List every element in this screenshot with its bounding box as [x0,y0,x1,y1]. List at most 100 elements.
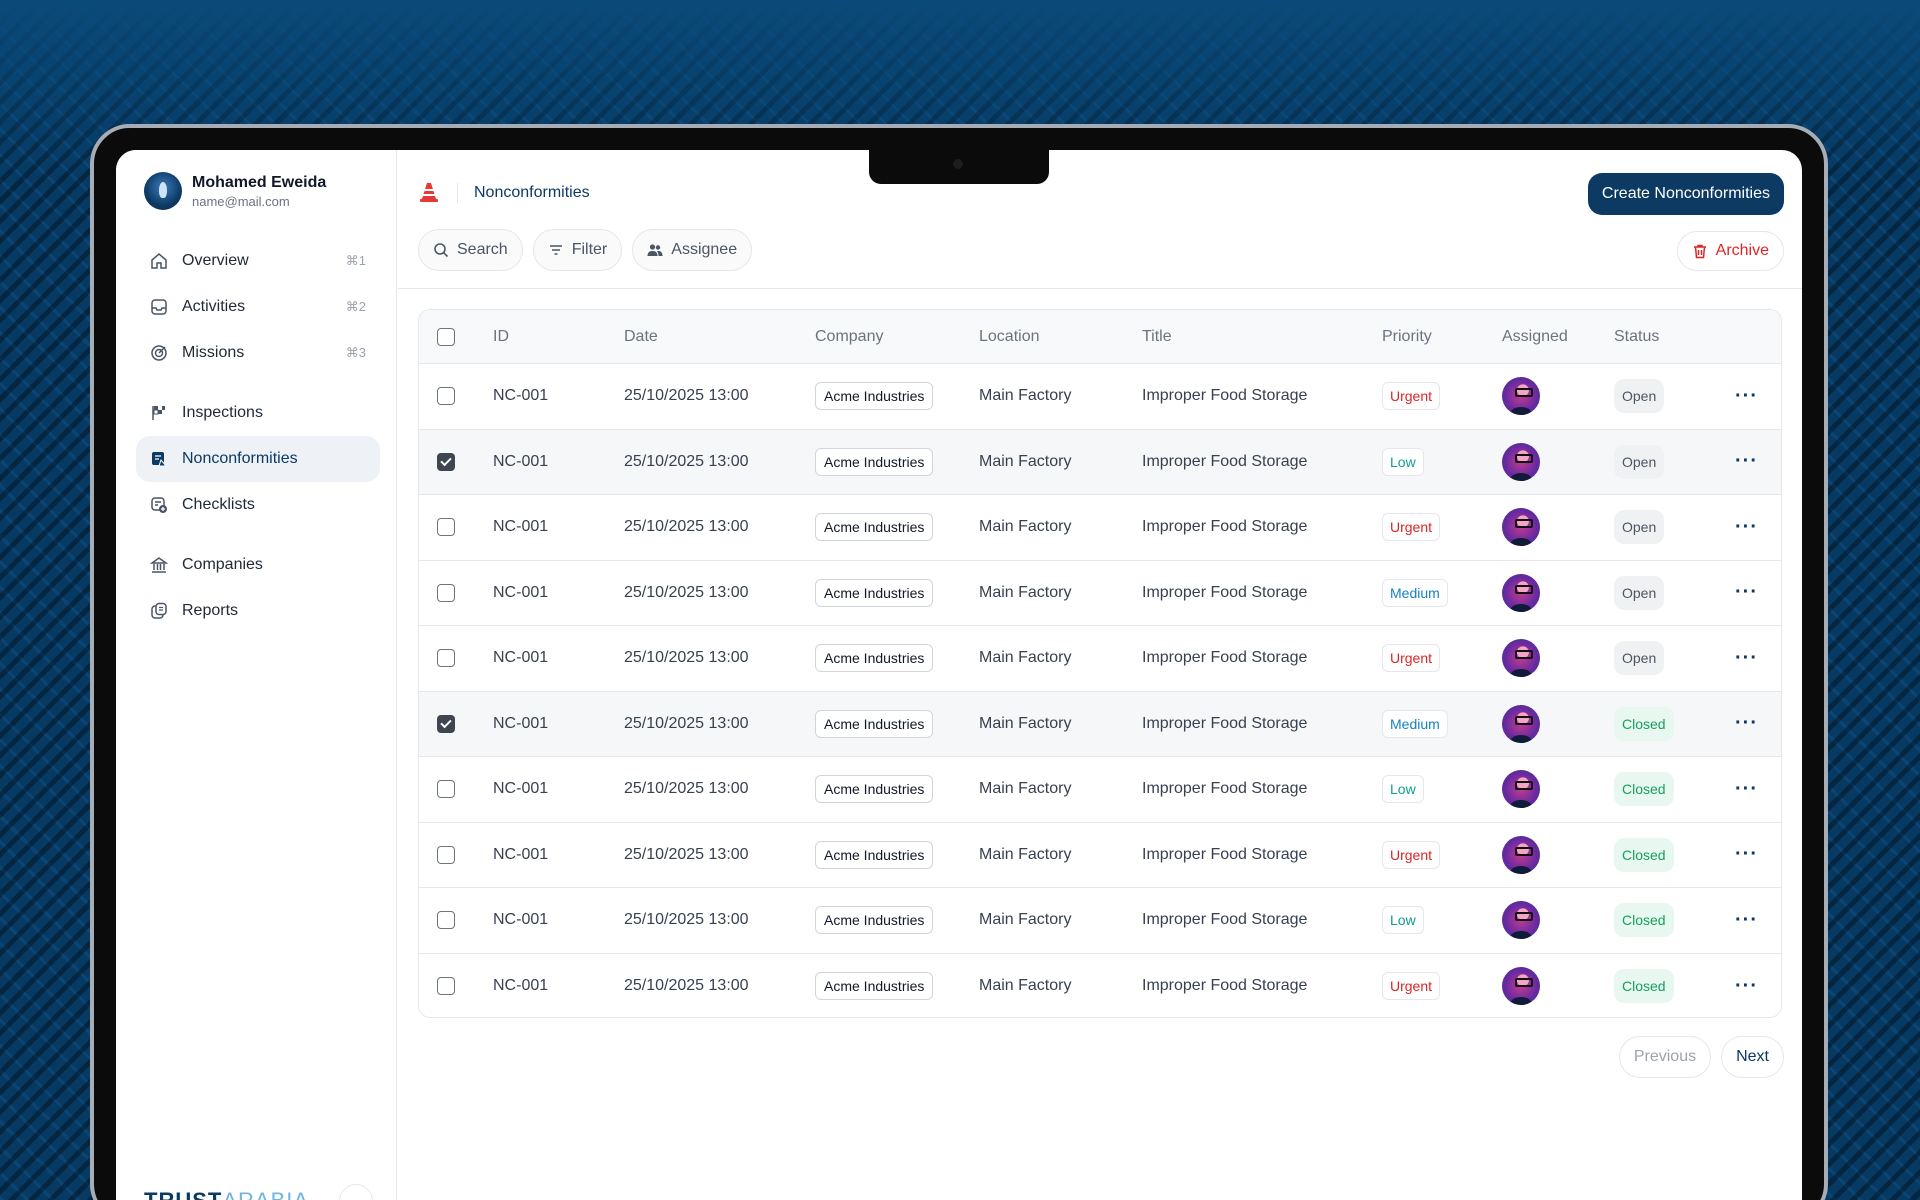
status-badge: Open [1614,575,1665,610]
camera-icon [953,159,963,169]
more-options-icon[interactable]: ··· [1735,975,1758,998]
company-tag: Acme Industries [815,447,934,476]
more-options-icon[interactable]: ··· [1735,385,1758,408]
more-options-icon[interactable]: ··· [1735,778,1758,801]
assignee-avatar[interactable] [1502,704,1540,743]
more-options-icon[interactable]: ··· [1735,712,1758,735]
priority-badge: Urgent [1382,513,1441,542]
column-header-status[interactable]: Status [1614,310,1659,363]
table-row[interactable]: NC-001 25/10/2025 13:00 Acme Industries Mai… [419,561,1781,626]
row-title: Improper Food Storage [1142,583,1308,601]
divider [457,183,458,203]
sidebar-item-activities[interactable]: Activities ⌘2 [136,284,380,330]
company-tag: Acme Industries [815,709,934,738]
row-checkbox[interactable] [437,387,455,406]
sidebar-item-overview[interactable]: Overview ⌘1 [136,238,380,284]
row-checkbox[interactable] [437,977,455,996]
more-options-icon[interactable]: ··· [1735,909,1758,932]
assignee-avatar[interactable] [1502,442,1540,481]
create-nonconformity-button[interactable]: Create Nonconformities [1587,173,1784,215]
pagination: Previous Next [1618,1036,1784,1078]
assignee-avatar[interactable] [1502,835,1540,874]
assignee-button[interactable]: Assignee [632,229,753,271]
row-title: Improper Food Storage [1142,452,1308,470]
more-options-icon[interactable]: ··· [1735,450,1758,473]
row-id: NC-001 [493,452,549,470]
row-location: Main Factory [979,780,1072,798]
sidebar-item-missions[interactable]: Missions ⌘3 [136,330,380,376]
row-checkbox[interactable] [437,518,455,537]
column-header-company[interactable]: Company [815,310,883,363]
search-button[interactable]: Search [418,229,523,271]
company-tag: Acme Industries [815,840,934,869]
column-header-date[interactable]: Date [624,310,658,363]
row-checkbox[interactable] [437,583,455,602]
assignee-avatar[interactable] [1502,901,1540,940]
column-header-assigned[interactable]: Assigned [1502,310,1568,363]
status-badge: Open [1614,379,1665,414]
home-icon [150,252,168,270]
target-icon [150,344,168,362]
sidebar-item-reports[interactable]: Reports [136,588,380,634]
user-profile[interactable]: Mohamed Eweida name@mail.com [144,172,326,210]
priority-badge: Urgent [1382,382,1441,411]
table-row[interactable]: NC-001 25/10/2025 13:00 Acme Industries Mai… [419,429,1781,495]
more-options-icon[interactable]: ··· [1735,581,1758,604]
sidebar-item-nonconformities[interactable]: Nonconformities [136,436,380,482]
filter-button[interactable]: Filter [532,229,623,271]
next-page-button[interactable]: Next [1721,1036,1784,1078]
sidebar-item-inspections[interactable]: Inspections [136,390,380,436]
row-id: NC-001 [493,977,549,995]
company-tag: Acme Industries [815,382,934,411]
more-options-icon[interactable]: ··· [1735,843,1758,866]
table-row[interactable]: NC-001 25/10/2025 13:00 Acme Industries Mai… [419,691,1781,757]
sidebar-item-companies[interactable]: Companies [136,542,380,588]
breadcrumb[interactable]: Nonconformities [474,184,590,202]
previous-page-button[interactable]: Previous [1618,1036,1712,1078]
column-header-id[interactable]: ID [493,310,509,363]
trash-icon [1693,244,1706,259]
user-name: Mohamed Eweida [192,173,327,191]
table-row[interactable]: NC-001 25/10/2025 13:00 Acme Industries Mai… [419,954,1781,1018]
sidebar-item-checklists[interactable]: Checklists [136,482,380,528]
assignee-avatar[interactable] [1502,639,1540,678]
sidebar-item-label: Nonconformities [182,450,298,467]
divider [398,288,1802,289]
row-title: Improper Food Storage [1142,649,1308,667]
sidebar-item-label: Companies [182,556,263,573]
table-row[interactable]: NC-001 25/10/2025 13:00 Acme Industries Mai… [419,364,1781,430]
column-header-title[interactable]: Title [1142,310,1172,363]
status-badge: Closed [1614,903,1674,938]
keyboard-shortcut: ⌘2 [345,299,366,314]
collapse-sidebar-button[interactable] [339,1184,373,1200]
select-all-checkbox[interactable] [437,327,455,346]
more-options-icon[interactable]: ··· [1735,647,1758,670]
status-badge: Open [1614,641,1665,676]
column-header-location[interactable]: Location [979,310,1040,363]
table-row[interactable]: NC-001 25/10/2025 13:00 Acme Industries Mai… [419,823,1781,888]
company-tag: Acme Industries [815,906,934,935]
assignee-avatar[interactable] [1502,967,1540,1006]
row-checkbox[interactable] [437,452,455,471]
table-row[interactable]: NC-001 25/10/2025 13:00 Acme Industries Mai… [419,757,1781,823]
row-checkbox[interactable] [437,649,455,668]
row-checkbox[interactable] [437,714,455,733]
table-row[interactable]: NC-001 25/10/2025 13:00 Acme Industries Mai… [419,888,1781,954]
archive-button[interactable]: Archive [1676,231,1784,271]
row-date: 25/10/2025 13:00 [624,845,749,863]
assignee-avatar[interactable] [1502,770,1540,809]
table-row[interactable]: NC-001 25/10/2025 13:00 Acme Industries Mai… [419,626,1781,692]
search-icon [434,243,449,258]
company-tag: Acme Industries [815,578,934,607]
assignee-avatar[interactable] [1502,573,1540,612]
assignee-avatar[interactable] [1502,508,1540,547]
more-options-icon[interactable]: ··· [1735,516,1758,539]
row-location: Main Factory [979,649,1072,667]
row-checkbox[interactable] [437,911,455,930]
column-header-priority[interactable]: Priority [1382,310,1432,363]
table-row[interactable]: NC-001 25/10/2025 13:00 Acme Industries Mai… [419,495,1781,561]
assignee-avatar[interactable] [1502,377,1540,416]
row-checkbox[interactable] [437,845,455,864]
row-checkbox[interactable] [437,780,455,799]
nonconformities-table: ID Date Company Location Title Priority … [418,309,1782,1018]
